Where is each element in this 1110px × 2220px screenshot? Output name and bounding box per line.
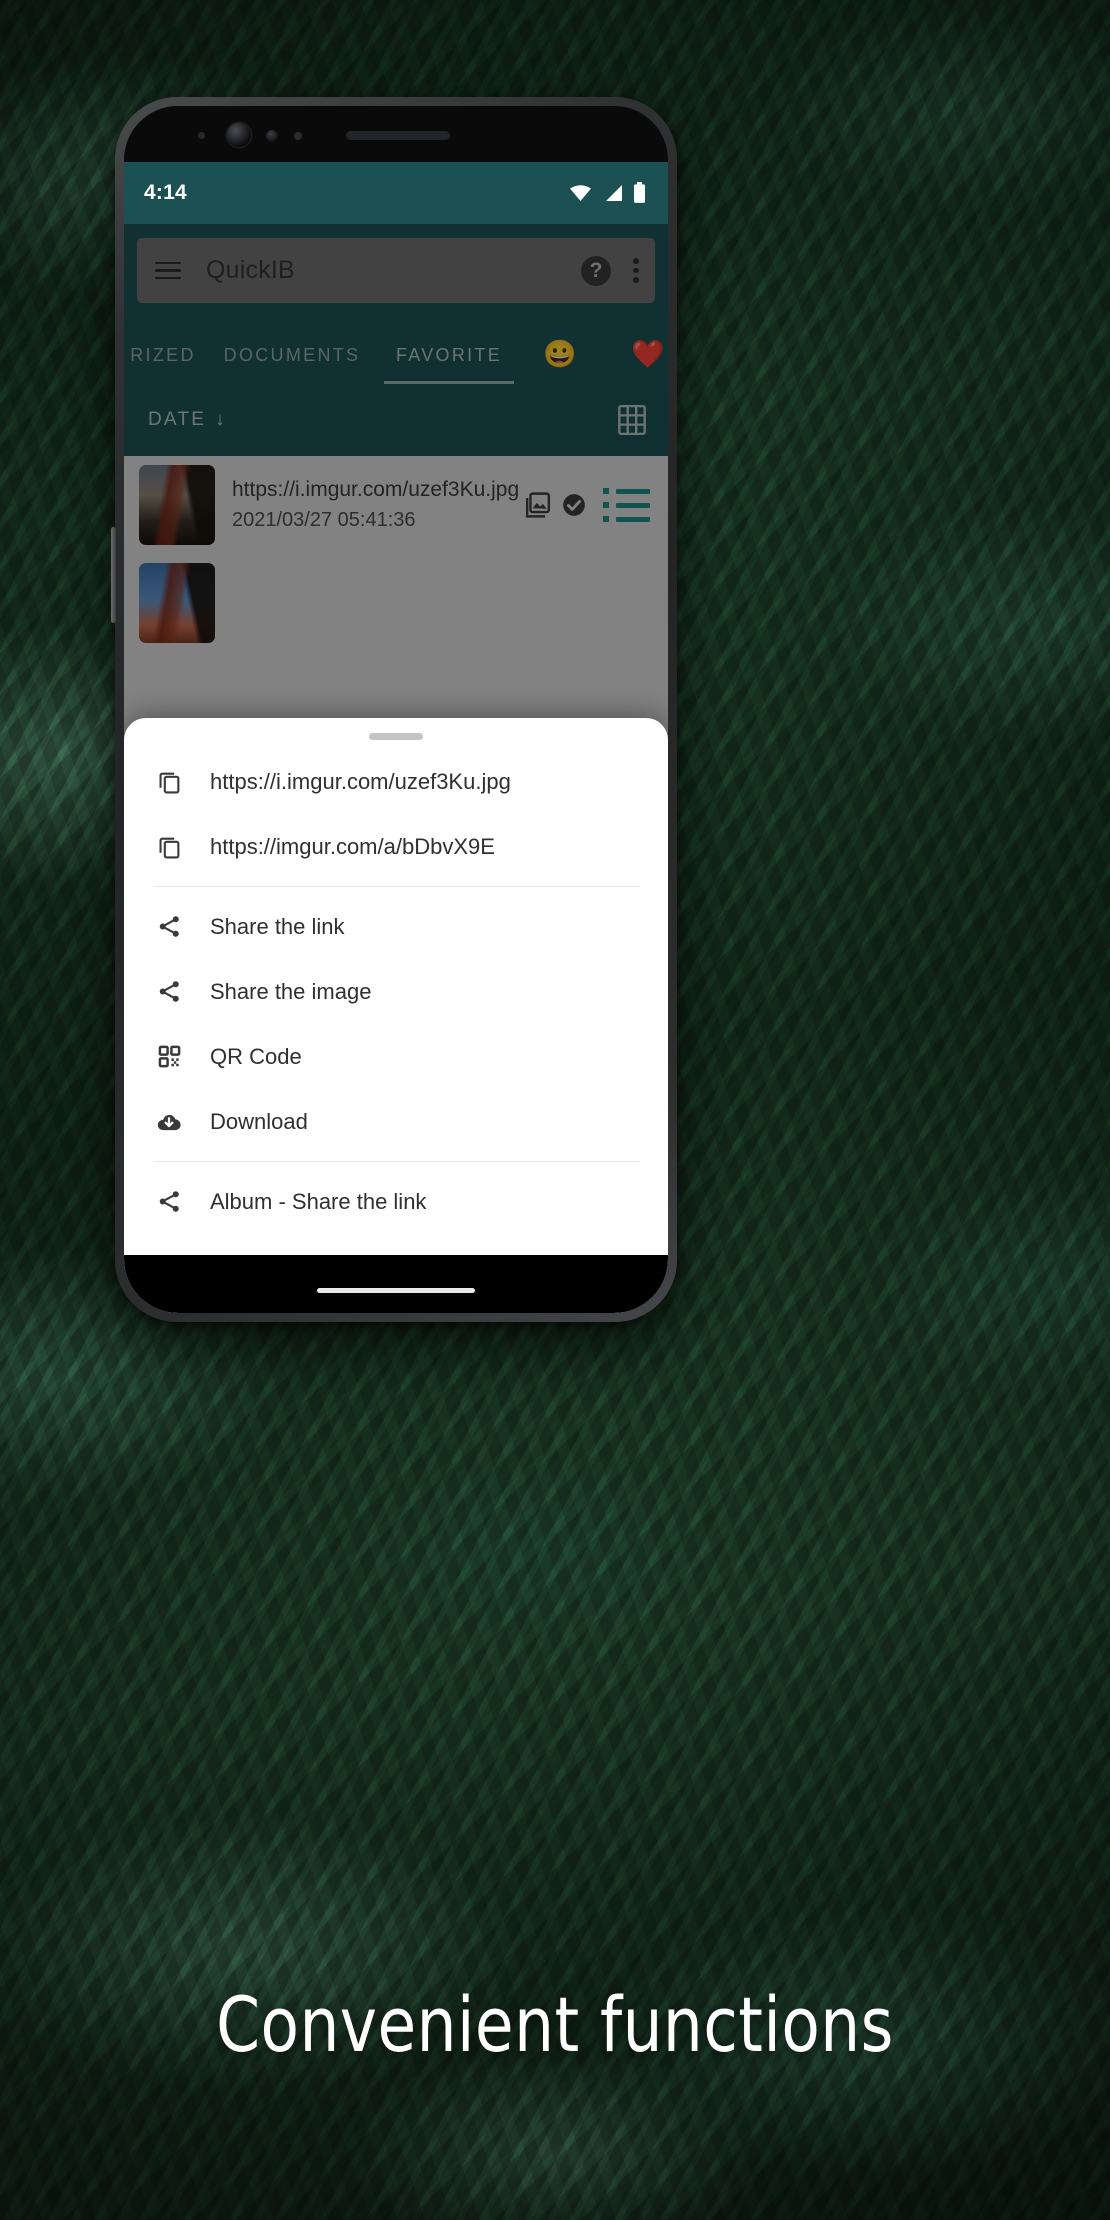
phone-screen-bezel: 4:14 QuickIB ? RIZED DOCUMENTS FAVORITE … bbox=[124, 106, 668, 1313]
wifi-icon bbox=[570, 185, 591, 201]
menu-divider bbox=[154, 1161, 640, 1162]
sensor-strip bbox=[124, 106, 668, 162]
proximity-sensor-icon bbox=[266, 130, 278, 142]
menu-item-share-link[interactable]: Share the link bbox=[124, 894, 668, 959]
menu-item-label: Share the link bbox=[210, 913, 345, 939]
menu-item-label: QR Code bbox=[210, 1043, 302, 1069]
menu-divider bbox=[154, 886, 640, 887]
gesture-nav-area bbox=[124, 1255, 668, 1313]
menu-item-label: https://imgur.com/a/bDbvX9E bbox=[210, 833, 495, 859]
menu-item-copy-image-link[interactable]: https://i.imgur.com/uzef3Ku.jpg bbox=[124, 749, 668, 814]
download-icon bbox=[152, 1109, 186, 1135]
home-gesture-bar[interactable] bbox=[317, 1288, 475, 1293]
menu-item-label: Download bbox=[210, 1108, 308, 1134]
signal-icon bbox=[606, 185, 622, 201]
bottom-sheet-menu: https://i.imgur.com/uzef3Ku.jpg https://… bbox=[124, 740, 668, 1313]
share-icon bbox=[152, 979, 186, 1004]
light-sensor-icon bbox=[294, 132, 302, 140]
front-camera-icon bbox=[227, 123, 251, 147]
phone-side-button[interactable] bbox=[111, 527, 116, 623]
menu-item-label: Album - Share the link bbox=[210, 1188, 427, 1214]
phone-screen: 4:14 QuickIB ? RIZED DOCUMENTS FAVORITE … bbox=[124, 106, 668, 1313]
status-clock: 4:14 bbox=[144, 181, 187, 204]
phone-mockup: 4:14 QuickIB ? RIZED DOCUMENTS FAVORITE … bbox=[111, 97, 677, 1322]
menu-item-download[interactable]: Download bbox=[124, 1089, 668, 1154]
status-bar: 4:14 bbox=[124, 162, 668, 224]
drag-handle[interactable] bbox=[369, 733, 423, 740]
promo-caption: Convenient functions bbox=[216, 1980, 894, 2069]
share-icon bbox=[152, 914, 186, 939]
bottom-sheet: https://i.imgur.com/uzef3Ku.jpg https://… bbox=[124, 718, 668, 1313]
earpiece-speaker bbox=[346, 131, 450, 140]
copy-icon bbox=[152, 834, 186, 859]
menu-item-label: Share the image bbox=[210, 978, 372, 1004]
menu-item-copy-album-link[interactable]: https://imgur.com/a/bDbvX9E bbox=[124, 814, 668, 879]
qr-code-icon bbox=[152, 1045, 186, 1068]
copy-icon bbox=[152, 769, 186, 794]
menu-item-share-image[interactable]: Share the image bbox=[124, 959, 668, 1024]
share-icon bbox=[152, 1189, 186, 1214]
menu-item-qr-code[interactable]: QR Code bbox=[124, 1024, 668, 1089]
battery-icon bbox=[634, 182, 645, 203]
menu-item-album-share-link[interactable]: Album - Share the link bbox=[124, 1169, 668, 1234]
sensor-dot-icon bbox=[198, 132, 205, 139]
status-icons bbox=[568, 182, 646, 204]
menu-item-label: https://i.imgur.com/uzef3Ku.jpg bbox=[210, 768, 511, 794]
